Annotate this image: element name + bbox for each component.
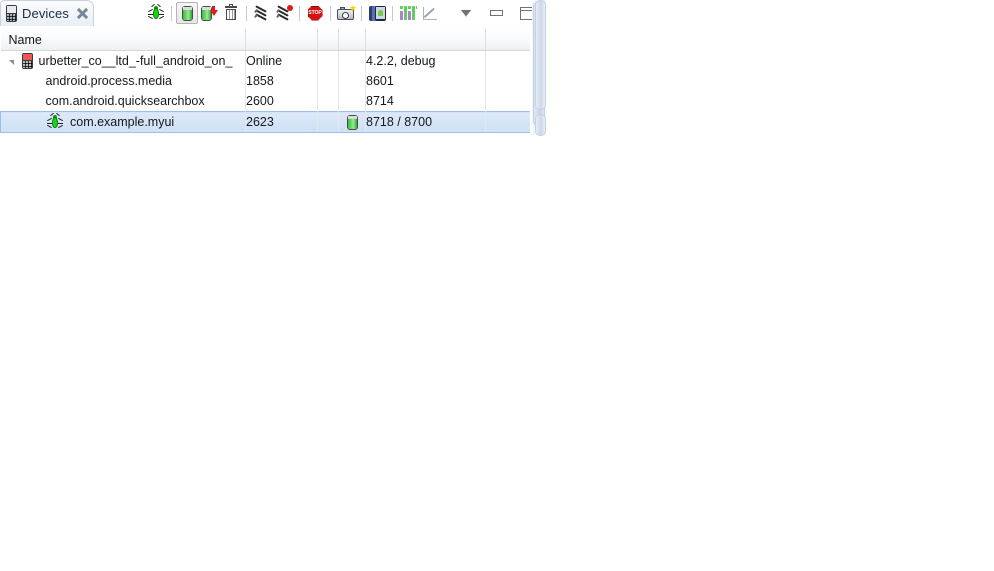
threads-record-icon	[275, 4, 293, 21]
toolbar-separator	[167, 2, 176, 24]
toolbar-separator	[242, 2, 251, 24]
green-bug-icon	[148, 3, 164, 21]
triangle-down-icon	[460, 9, 472, 17]
cell-c4	[338, 71, 366, 91]
minimize-glyph-icon	[489, 10, 503, 16]
camera-icon	[336, 4, 357, 21]
column-header-3[interactable]	[317, 29, 339, 51]
cell-name[interactable]: com.android.quicksearchbox	[0, 91, 246, 112]
toolbar-separator	[295, 2, 304, 24]
cell-port: 8601	[365, 71, 486, 91]
column-header-4[interactable]	[338, 29, 366, 51]
update-threads-icon[interactable]	[251, 2, 273, 24]
toolbar-separator	[326, 2, 335, 24]
devices-toolbar: STOP	[145, 0, 537, 26]
cell-c3	[317, 71, 339, 91]
process-name-label: com.android.quicksearchbox	[45, 94, 205, 108]
heap-capsule-icon	[346, 114, 358, 130]
update-heap-icon[interactable]	[176, 2, 198, 24]
capture-system-wide-trace-icon[interactable]	[397, 2, 419, 24]
cell-c4	[338, 91, 366, 112]
outer-scrollbar-thumb[interactable]	[535, 0, 546, 110]
toolbar-separator	[357, 2, 366, 24]
stop-icon: STOP	[307, 5, 323, 21]
app-root: Devices STOP Name urbetter_co__ltd_-full…	[0, 0, 994, 571]
cell-state: Online	[245, 50, 318, 71]
cell-pid: 2600	[245, 91, 318, 112]
debug-process-icon[interactable]	[145, 2, 167, 24]
opengl-trace-icon[interactable]	[419, 2, 441, 24]
devices-view-panel: Devices STOP Name urbetter_co__ltd_-full…	[0, 0, 546, 136]
cell-pid: 2623	[245, 111, 318, 133]
cell-name[interactable]: com.example.myui	[0, 111, 246, 133]
table-row[interactable]: urbetter_co__ltd_-full_android_on_ Onlin…	[0, 50, 530, 71]
table-row[interactable]: com.example.myui 2623 8718 / 8700	[0, 111, 530, 133]
cell-last	[485, 50, 530, 71]
heap-capsule-download-icon	[200, 5, 218, 21]
heap-capsule-icon	[181, 5, 193, 21]
toolbar-separator	[388, 2, 397, 24]
cell-port: 8718 / 8700	[365, 111, 486, 133]
view-menu-icon[interactable]	[455, 2, 477, 24]
threads-icon	[253, 4, 270, 21]
tab-devices-label: Devices	[22, 6, 69, 21]
expand-collapse-icon[interactable]	[5, 59, 19, 65]
devices-table: Name urbetter_co__ltd_-full_android_on_ …	[0, 28, 530, 133]
cell-c3	[317, 50, 339, 71]
maximize-glyph-icon	[519, 6, 533, 20]
process-name-label: com.example.myui	[70, 115, 175, 129]
screen-capture-icon[interactable]	[335, 2, 357, 24]
cell-last	[485, 111, 530, 133]
cell-last	[485, 91, 530, 112]
bar-chart-icon	[399, 6, 417, 20]
column-header-state[interactable]	[245, 29, 318, 51]
start-method-profiling-icon[interactable]	[273, 2, 295, 24]
cell-c4	[338, 111, 366, 133]
tab-strip: Devices STOP	[0, 0, 546, 26]
device-android-icon	[368, 5, 386, 21]
stop-process-icon[interactable]: STOP	[304, 2, 326, 24]
line-chart-icon	[422, 6, 438, 20]
dump-view-hierarchy-icon[interactable]	[366, 2, 388, 24]
minimize-icon[interactable]	[485, 2, 507, 24]
cell-c3	[317, 91, 339, 112]
cause-gc-icon[interactable]	[220, 2, 242, 24]
column-header-last[interactable]	[485, 29, 530, 51]
cell-pid: 1858	[245, 71, 318, 91]
dump-hprof-icon[interactable]	[198, 2, 220, 24]
table-row[interactable]: android.process.media 1858 8601	[0, 71, 530, 91]
phone-device-icon	[21, 53, 33, 69]
tab-devices[interactable]: Devices	[0, 0, 94, 26]
green-bug-icon	[47, 112, 63, 130]
cell-last	[485, 71, 530, 91]
table-header-row: Name	[0, 29, 530, 51]
close-icon[interactable]	[76, 7, 89, 20]
cell-info: 4.2.2, debug	[365, 50, 486, 71]
cell-name[interactable]: android.process.media	[0, 71, 246, 91]
process-name-label: android.process.media	[45, 74, 172, 88]
outer-scrollbar-thumb-lower[interactable]	[535, 114, 546, 136]
column-header-info[interactable]	[365, 29, 486, 51]
phone-icon	[6, 5, 17, 22]
cell-c4	[338, 50, 366, 71]
trash-icon	[225, 3, 237, 21]
outer-scrollbar[interactable]	[535, 0, 546, 136]
table-row[interactable]: com.android.quicksearchbox 2600 8714	[0, 91, 530, 112]
cell-name[interactable]: urbetter_co__ltd_-full_android_on_	[0, 50, 246, 71]
cell-c3	[317, 111, 339, 133]
device-name-label: urbetter_co__ltd_-full_android_on_	[38, 54, 233, 68]
column-header-name[interactable]: Name	[0, 29, 246, 51]
cell-port: 8714	[365, 91, 486, 112]
